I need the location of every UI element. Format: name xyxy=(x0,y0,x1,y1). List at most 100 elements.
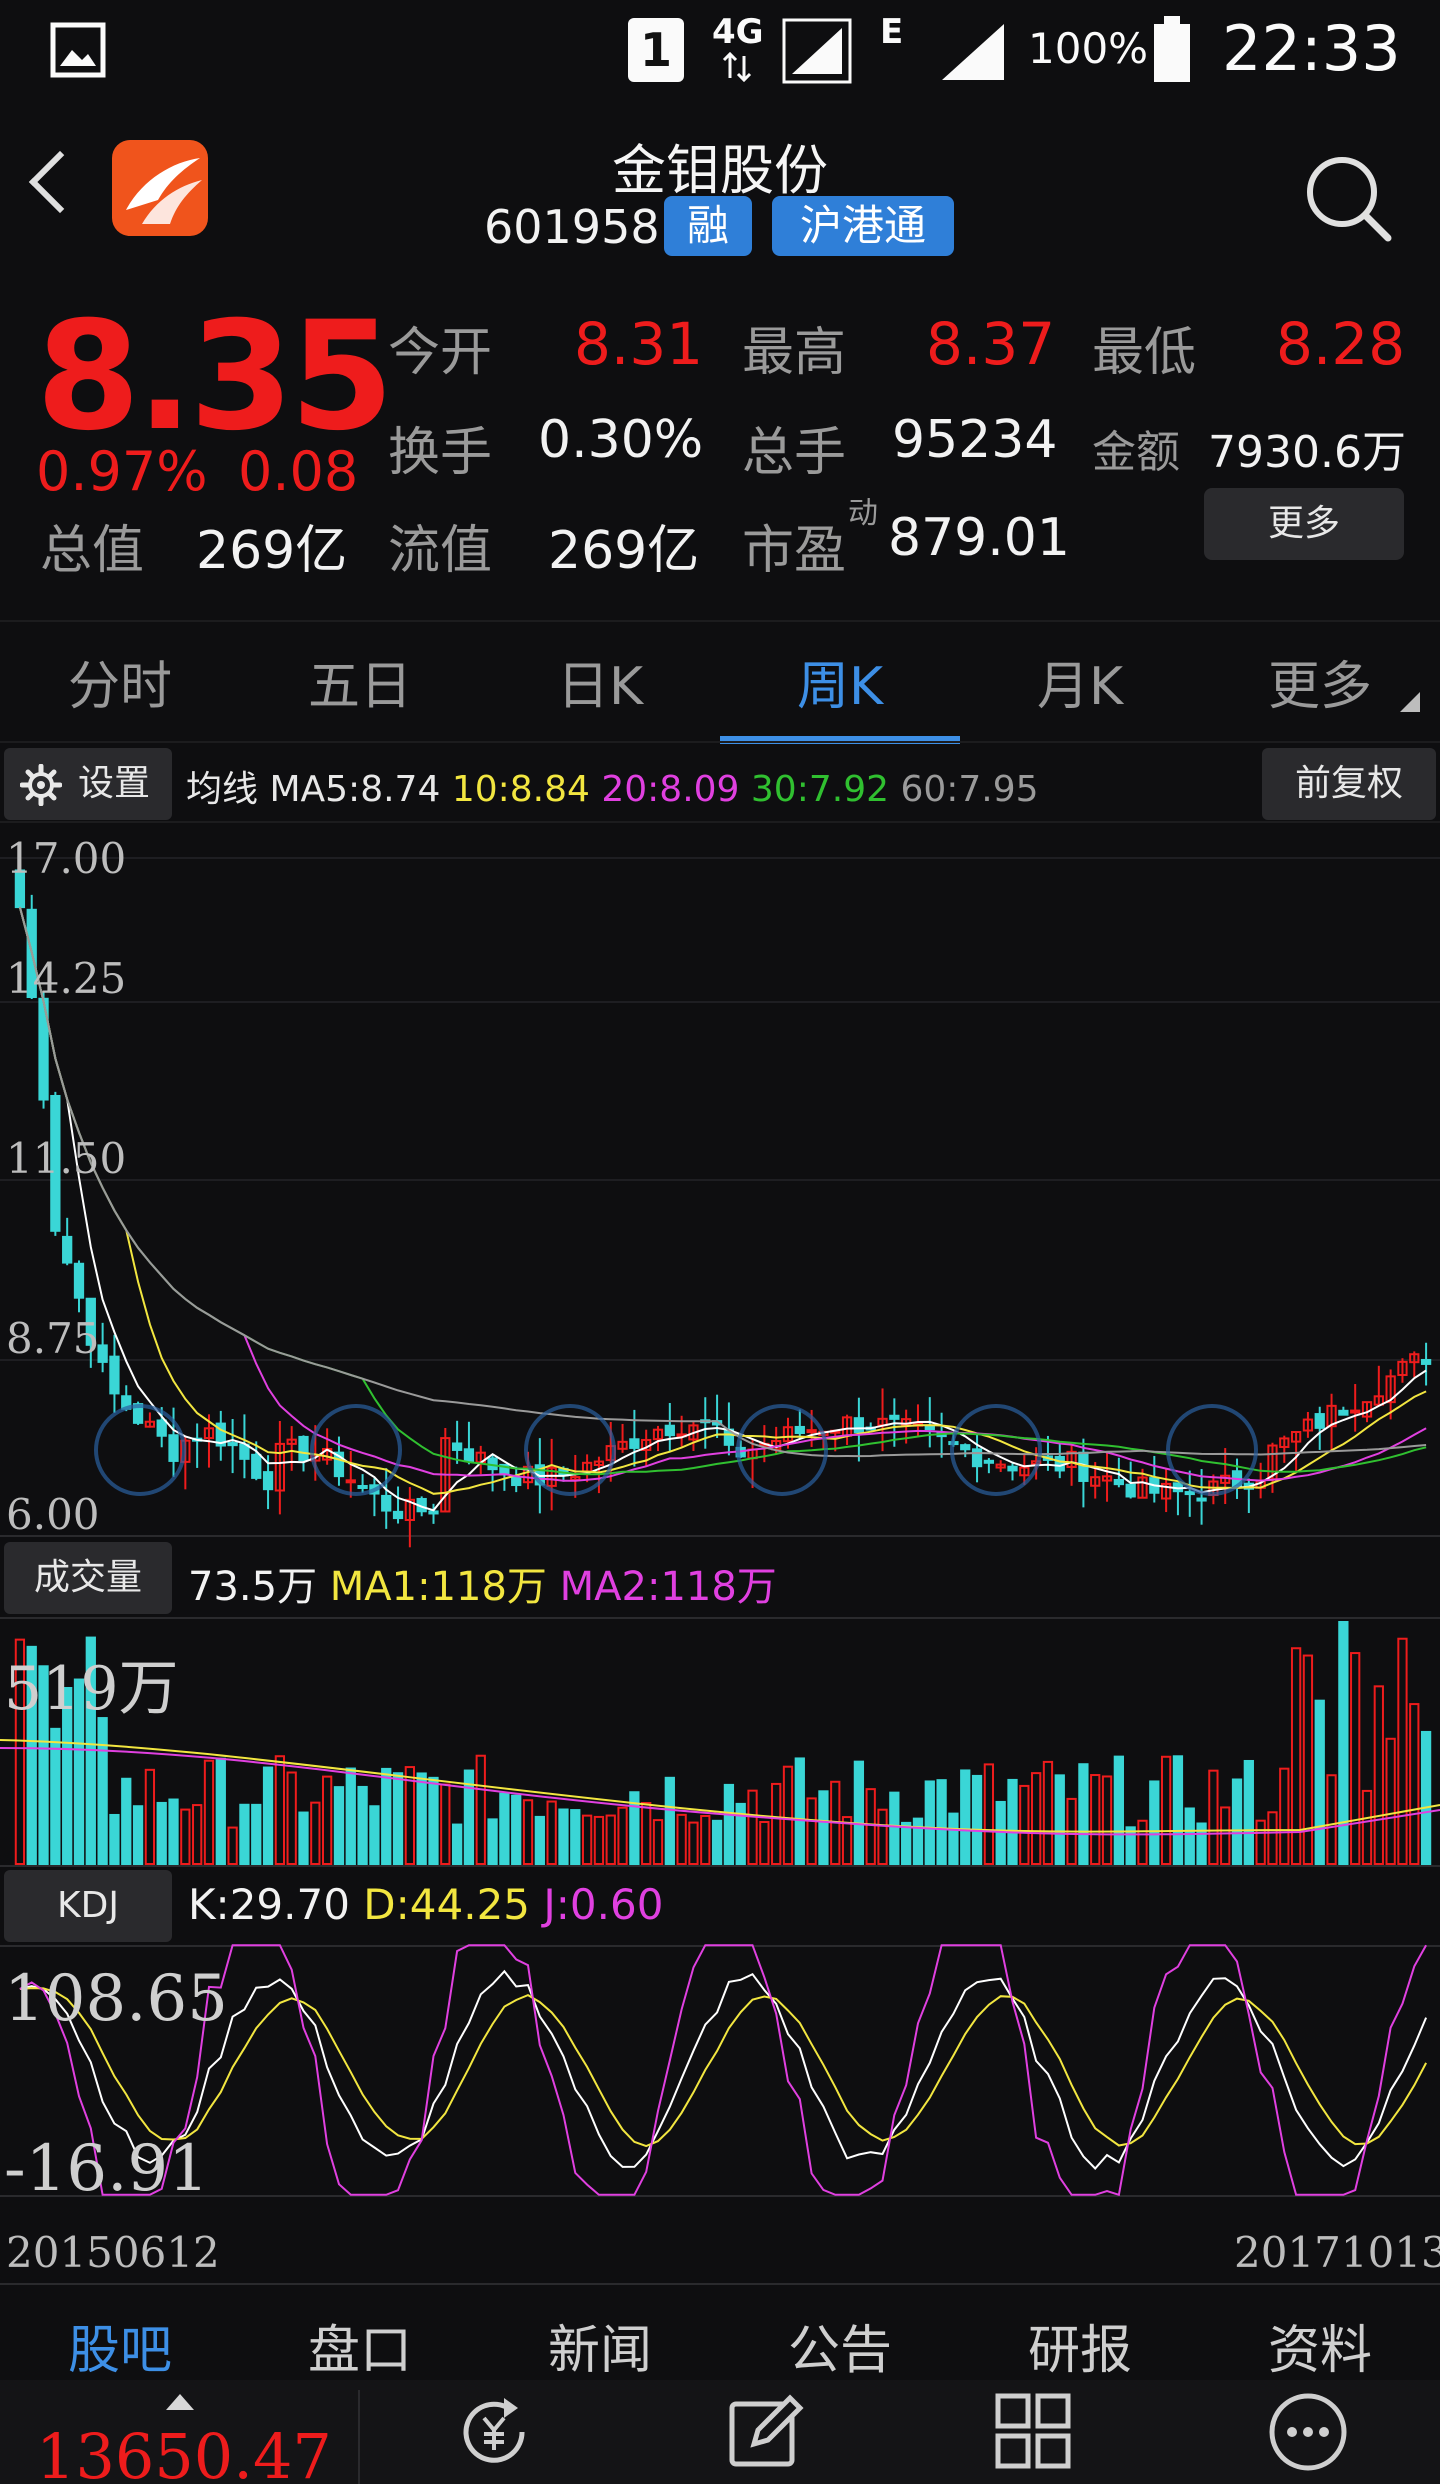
candle-body xyxy=(156,1419,167,1437)
volume-bar xyxy=(1054,1774,1065,1866)
kdj-y-max: 108.65 xyxy=(4,1962,228,2036)
candle-body xyxy=(1054,1455,1065,1472)
ma60-line xyxy=(18,906,1427,1458)
kdj-y-min: -16.91 xyxy=(4,2132,209,2206)
tab-forum[interactable]: 股吧 xyxy=(0,2308,240,2383)
candle-body xyxy=(629,1438,640,1449)
kdj-indicator-button[interactable]: KDJ xyxy=(4,1870,172,1942)
volume-bar xyxy=(192,1804,203,1865)
volume-bar xyxy=(451,1823,463,1865)
tab-announcements[interactable]: 公告 xyxy=(720,2308,960,2383)
edit-icon[interactable] xyxy=(724,2390,808,2474)
candle-body xyxy=(924,1425,935,1431)
volume-bar xyxy=(132,1805,144,1865)
volume-bar xyxy=(1397,1637,1408,1865)
tab-profile[interactable]: 资料 xyxy=(1200,2308,1440,2383)
volume-bar xyxy=(1267,1811,1278,1865)
volume-bar xyxy=(156,1801,167,1865)
volume-bar xyxy=(759,1821,770,1865)
candle-body xyxy=(806,1429,817,1434)
volume-bar xyxy=(1279,1767,1290,1866)
candle-body xyxy=(345,1479,356,1484)
volume-bar xyxy=(487,1818,498,1865)
candle-body xyxy=(239,1443,250,1460)
candle-body xyxy=(1338,1409,1349,1416)
y-tick-2: 14.25 xyxy=(6,954,127,1003)
candle-body xyxy=(262,1471,274,1491)
volume-bar xyxy=(251,1803,262,1865)
volume-bar xyxy=(1409,1703,1420,1866)
tab-research[interactable]: 研报 xyxy=(960,2308,1200,2383)
volume-bar xyxy=(345,1767,356,1866)
volume-bar xyxy=(889,1791,900,1865)
volume-bar xyxy=(369,1805,380,1865)
volume-bar xyxy=(1101,1775,1113,1866)
volume-bar xyxy=(1385,1737,1396,1866)
volume-bar xyxy=(605,1814,616,1865)
volume-bar xyxy=(1220,1806,1231,1866)
volume-bar xyxy=(1420,1730,1432,1865)
volume-bar xyxy=(274,1755,286,1866)
volume-bar xyxy=(924,1780,935,1865)
volume-bar xyxy=(723,1783,735,1865)
volume-bar xyxy=(593,1815,605,1865)
volume-bar xyxy=(215,1757,226,1865)
kdj-d-line xyxy=(19,1987,1427,2148)
volume-bar xyxy=(1031,1772,1042,1865)
yuan-refresh-icon[interactable] xyxy=(452,2390,536,2474)
volume-bar xyxy=(1113,1755,1124,1865)
candle-body xyxy=(960,1444,971,1451)
volume-bar xyxy=(676,1813,687,1865)
volume-current: 73.5万 xyxy=(188,1564,318,1610)
tab-order-book[interactable]: 盘口 xyxy=(240,2308,480,2383)
volume-bar xyxy=(511,1794,522,1865)
volume-bar xyxy=(239,1803,250,1866)
grid-icon[interactable] xyxy=(992,2390,1076,2474)
candle-body xyxy=(1184,1491,1195,1496)
volume-bar xyxy=(522,1799,534,1866)
ma5-line xyxy=(18,906,1427,1512)
volume-bar xyxy=(1019,1784,1030,1866)
volume-bar xyxy=(546,1800,557,1866)
kdj-j: J:0.60 xyxy=(543,1880,664,1929)
volume-bar xyxy=(1302,1654,1314,1866)
index-value[interactable]: 13650.47 xyxy=(36,2420,332,2484)
kdj-legend: K:29.70 D:44.25 J:0.60 xyxy=(188,1880,663,1929)
volume-bar xyxy=(971,1774,983,1865)
volume-y-max: 519万 xyxy=(4,1654,179,1724)
volume-bar xyxy=(1184,1807,1195,1865)
candle-body xyxy=(392,1510,404,1520)
chart-canvas[interactable] xyxy=(0,0,1440,2484)
candle-body xyxy=(97,1344,108,1363)
volume-bar xyxy=(711,1819,723,1866)
volume-bar xyxy=(357,1785,368,1866)
volume-bar xyxy=(1373,1685,1384,1865)
candle-body xyxy=(889,1414,900,1420)
volume-bar xyxy=(1137,1819,1148,1865)
candle-body xyxy=(1007,1465,1018,1472)
volume-bar xyxy=(1078,1763,1089,1865)
volume-bar xyxy=(168,1798,179,1866)
volume-bar xyxy=(818,1790,829,1866)
candle-body xyxy=(428,1510,439,1515)
candle-body xyxy=(511,1476,522,1487)
volume-indicator-button[interactable]: 成交量 xyxy=(4,1542,172,1614)
volume-bar xyxy=(534,1815,545,1866)
volume-bar xyxy=(865,1788,876,1866)
volume-bar xyxy=(227,1826,238,1866)
tab-news[interactable]: 新闻 xyxy=(480,2308,720,2383)
candle-body xyxy=(1125,1483,1136,1498)
volume-bar xyxy=(1196,1822,1207,1866)
volume-bar xyxy=(747,1789,758,1866)
volume-bar xyxy=(180,1808,191,1865)
candle-body xyxy=(463,1448,475,1463)
volume-ma1: MA1:118万 xyxy=(329,1564,547,1610)
kdj-d: D:44.25 xyxy=(363,1880,531,1929)
start-date: 20150612 xyxy=(6,2228,220,2277)
volume-bar xyxy=(948,1812,959,1865)
volume-bar xyxy=(936,1779,947,1865)
volume-bar xyxy=(1338,1621,1349,1865)
volume-ma2: MA2:118万 xyxy=(559,1564,777,1610)
more-dots-icon[interactable] xyxy=(1266,2390,1350,2474)
volume-bar xyxy=(853,1760,865,1865)
